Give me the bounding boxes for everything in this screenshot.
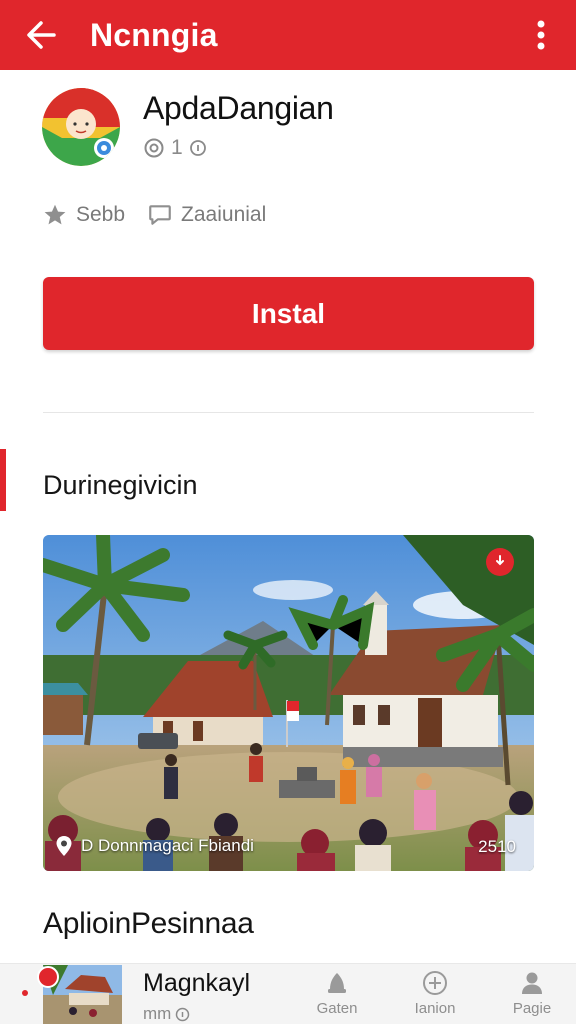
app-meta: 1 xyxy=(143,136,207,160)
reviews-label: Zaaiunial xyxy=(181,203,267,226)
photo-caption-text: D Donnmagaci Fbiandi xyxy=(81,836,254,855)
nav-item-ianion[interactable]: Ianion xyxy=(400,966,470,1017)
photo-caption: D Donnmagaci Fbiandi xyxy=(55,835,254,857)
rating-stat: Sebb xyxy=(42,202,125,228)
app-icon xyxy=(42,88,120,166)
add-circle-icon xyxy=(423,971,447,995)
info-icon xyxy=(189,140,206,156)
village-scene-image xyxy=(43,535,534,871)
nav-item-gaten[interactable]: Gaten xyxy=(302,966,372,1017)
nav-item-pagie[interactable]: Pagie xyxy=(497,966,567,1017)
comment-icon xyxy=(149,205,171,225)
home-icon xyxy=(328,973,346,993)
person-icon xyxy=(522,972,542,994)
app-meta-value: 1 xyxy=(171,136,183,159)
app-bar: Ncnngia xyxy=(0,0,576,70)
back-button[interactable] xyxy=(0,0,82,70)
section-marker xyxy=(0,449,6,511)
arrow-left-icon xyxy=(27,21,56,49)
nav-label-ianion: Ianion xyxy=(414,1000,456,1017)
star-icon xyxy=(44,204,66,225)
mini-player-badge xyxy=(37,966,59,988)
page-title: Ncnngia xyxy=(90,16,218,53)
indicator-dot-icon xyxy=(22,990,28,996)
more-options-button[interactable] xyxy=(506,0,576,70)
app-stats: Sebb Zaaiunial xyxy=(42,202,288,228)
location-pin-icon xyxy=(56,836,72,856)
reviews-stat[interactable]: Zaaiunial xyxy=(147,202,266,228)
rating-label: Sebb xyxy=(76,203,126,226)
section-title-secondary: AplioinPesinnaa xyxy=(43,907,254,940)
feature-photo[interactable]: D Donnmagaci Fbiandi 2510 xyxy=(43,535,534,871)
pin-badge-icon[interactable] xyxy=(486,548,514,576)
nav-label-gaten: Gaten xyxy=(316,1000,358,1017)
info-small-icon xyxy=(176,1007,190,1021)
section-title: Durinegivicin xyxy=(43,470,198,500)
mini-player-subtitle: mm xyxy=(143,1004,190,1024)
install-button[interactable]: Instal xyxy=(43,277,534,350)
at-sign-icon xyxy=(144,138,164,158)
mini-player-subtitle-text: mm xyxy=(143,1004,172,1023)
photo-counter: 2510 xyxy=(478,837,516,856)
mini-player-title: Magnkayl xyxy=(143,969,250,997)
nav-label-pagie: Pagie xyxy=(512,1000,552,1017)
more-vertical-icon xyxy=(537,20,545,50)
divider xyxy=(43,412,534,413)
app-name: ApdaDangian xyxy=(143,90,334,126)
app-detail-page: Ncnngia ApdaDangian 1 Sebb Zaaiunial Ins… xyxy=(0,0,576,1024)
